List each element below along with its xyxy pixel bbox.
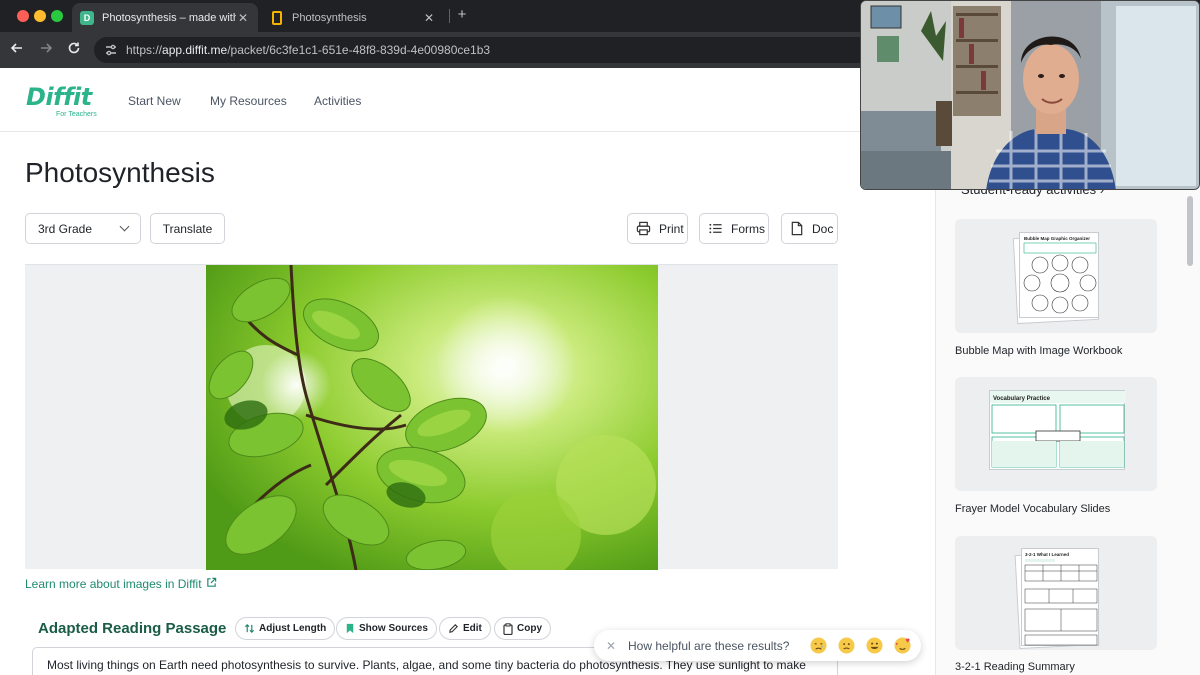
tab-close-icon[interactable]: ✕ (422, 11, 436, 25)
nav-start-new[interactable]: Start New (128, 94, 181, 108)
grade-select[interactable]: 3rd Grade (25, 213, 141, 244)
forms-button[interactable]: Forms (699, 213, 769, 244)
browser-tab-doc[interactable]: Photosynthesis ✕ (262, 3, 444, 32)
translate-button[interactable]: Translate (150, 213, 225, 244)
webcam-overlay (860, 0, 1200, 190)
activity-label[interactable]: 3-2-1 Reading Summary (955, 661, 1075, 673)
page-title: Photosynthesis (25, 157, 215, 188)
print-button[interactable]: Print (627, 213, 688, 244)
frayer-model-thumbnail: Vocabulary Practice (989, 390, 1126, 470)
edit-button[interactable]: Edit (439, 617, 491, 640)
learn-more-text: Learn more about images in Diffit (25, 577, 202, 591)
show-sources-button[interactable]: Show Sources (336, 617, 437, 640)
leaf-photo[interactable] (206, 265, 658, 570)
thumbnail-title: Bubble Map Graphic Organizer (1024, 236, 1090, 241)
activity-card-bubble-map[interactable]: Bubble Map Graphic Organizer (955, 219, 1157, 333)
list-icon (708, 221, 723, 236)
clipboard-icon (503, 622, 513, 635)
logo-text: Diffit (26, 83, 92, 111)
site-settings-icon[interactable] (104, 43, 118, 57)
translate-label: Translate (162, 221, 213, 236)
url-text: https://app.diffit.me/packet/6c3fe1c1-65… (126, 43, 490, 57)
activity-card-reading-summary[interactable]: 3-2-1 What I Learned (955, 536, 1157, 650)
adjust-length-button[interactable]: Adjust Length (235, 617, 336, 640)
adjust-length-label: Adjust Length (259, 623, 327, 634)
bookmark-icon (345, 623, 355, 634)
url-path: /packet/6c3fe1c1-651e-48f8-839d-4e00980c… (227, 43, 491, 57)
section-title-adapted-passage: Adapted Reading Passage (38, 620, 227, 637)
smiling-face-emoji-icon[interactable] (866, 637, 883, 654)
browser-tab-diffit[interactable]: D Photosynthesis – made with Diffit ✕ (72, 3, 258, 32)
reload-icon[interactable] (64, 40, 84, 60)
doc-label: Doc (812, 221, 834, 236)
forward-arrow-icon[interactable] (36, 40, 56, 60)
nav-activities[interactable]: Activities (314, 94, 361, 108)
feedback-question: How helpful are these results? (628, 638, 790, 653)
grade-select-value: 3rd Grade (38, 221, 93, 236)
arrows-up-down-icon (244, 623, 255, 634)
doc-button[interactable]: Doc (781, 213, 838, 244)
neutral-face-emoji-icon[interactable] (838, 637, 855, 654)
activity-label[interactable]: Frayer Model Vocabulary Slides (955, 503, 1110, 515)
tab-title: Photosynthesis (292, 11, 367, 24)
document-icon (790, 221, 804, 236)
thumbnail-title: Vocabulary Practice (993, 396, 1051, 402)
heart-face-emoji-icon[interactable] (894, 637, 911, 654)
diffit-favicon-icon: D (80, 10, 94, 25)
url-host: app.diffit.me (162, 43, 228, 57)
panel-scrollbar[interactable] (1187, 196, 1193, 266)
window-close-button[interactable] (17, 10, 29, 22)
activity-label[interactable]: Bubble Map with Image Workbook (955, 345, 1122, 357)
copy-label: Copy (517, 623, 542, 634)
pencil-icon (448, 623, 459, 634)
webcam-video-frame (861, 1, 1199, 189)
feedback-toast: ✕ How helpful are these results? (594, 630, 921, 661)
edit-label: Edit (463, 623, 482, 634)
external-link-icon (206, 577, 217, 591)
diffit-logo[interactable]: Diffit For Teachers (26, 83, 97, 120)
activity-card-frayer-model[interactable]: Vocabulary Practice (955, 377, 1157, 491)
sad-face-emoji-icon[interactable] (810, 637, 827, 654)
copy-button[interactable]: Copy (494, 617, 551, 640)
printer-icon (636, 221, 651, 236)
slides-favicon-icon (272, 10, 282, 25)
passage-image-frame (25, 264, 838, 570)
print-label: Print (659, 221, 684, 236)
address-bar[interactable]: https://app.diffit.me/packet/6c3fe1c1-65… (94, 37, 874, 63)
show-sources-label: Show Sources (359, 623, 428, 634)
close-icon[interactable]: ✕ (604, 639, 618, 653)
new-tab-icon[interactable]: + (454, 6, 470, 24)
tab-separator (449, 9, 450, 23)
url-prefix: https:// (126, 43, 163, 57)
tab-close-icon[interactable]: ✕ (236, 11, 250, 25)
reading-summary-thumbnail: 3-2-1 What I Learned (1021, 548, 1099, 646)
back-arrow-icon[interactable] (7, 40, 27, 60)
forms-label: Forms (731, 221, 765, 236)
tab-title: Photosynthesis – made with Diffit (102, 11, 236, 24)
nav-my-resources[interactable]: My Resources (210, 94, 287, 108)
logo-subtitle: For Teachers (56, 111, 97, 118)
chevron-down-icon (119, 221, 130, 232)
thumbnail-title: 3-2-1 What I Learned (1025, 552, 1069, 557)
window-maximize-button[interactable] (51, 10, 63, 22)
bubble-map-thumbnail: Bubble Map Graphic Organizer (1019, 232, 1099, 318)
window-minimize-button[interactable] (34, 10, 46, 22)
learn-more-images-link[interactable]: Learn more about images in Diffit (25, 577, 217, 591)
